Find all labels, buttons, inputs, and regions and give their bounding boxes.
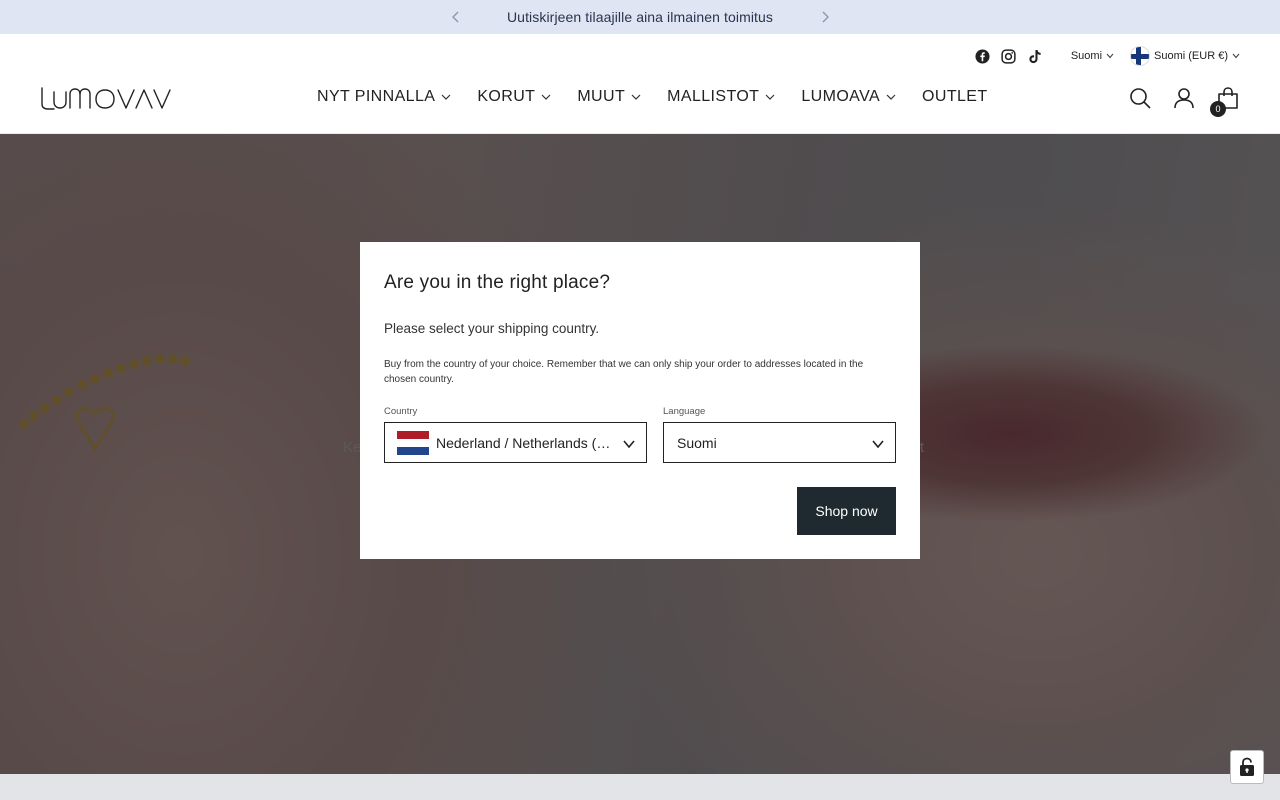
cart-icon[interactable]: 0 [1210, 86, 1240, 117]
account-icon[interactable] [1172, 86, 1196, 110]
cart-count-badge: 0 [1210, 101, 1226, 117]
chevron-down-icon [631, 94, 641, 100]
country-currency-selector[interactable]: Suomi (EUR €) [1130, 46, 1240, 66]
country-field-label: Country [384, 406, 418, 417]
nav-item-mallistot[interactable]: MALLISTOT [667, 88, 775, 106]
facebook-icon[interactable] [975, 48, 991, 64]
language-select[interactable]: Suomi [663, 422, 896, 463]
chevron-down-icon [623, 440, 635, 449]
netherlands-flag-icon [397, 430, 429, 455]
nav-item-label: LUMOAVA [801, 88, 881, 105]
accessibility-lock-button[interactable] [1230, 750, 1264, 784]
site-header: Suomi Suomi (EUR €) NYT PINNALLA KORUT M… [0, 34, 1280, 134]
main-nav: NYT PINNALLA KORUT MUUT MALLISTOT LUMOAV… [317, 88, 988, 106]
search-icon[interactable] [1128, 86, 1152, 110]
nav-item-label: NYT PINNALLA [317, 88, 436, 105]
header-icons: 0 [1128, 86, 1240, 117]
chevron-down-icon [765, 94, 775, 100]
utility-row: Suomi Suomi (EUR €) [975, 46, 1240, 66]
tiktok-icon[interactable] [1027, 48, 1043, 64]
chevron-down-icon [872, 440, 884, 449]
nav-item-korut[interactable]: KORUT [477, 88, 551, 106]
country-selector-modal: Are you in the right place? Please selec… [360, 242, 920, 559]
announcement-next-arrow-icon[interactable] [817, 9, 833, 25]
nav-item-muut[interactable]: MUUT [577, 88, 641, 106]
modal-title: Are you in the right place? [384, 272, 611, 293]
modal-subtitle: Please select your shipping country. [384, 321, 600, 336]
chevron-down-icon [1106, 53, 1114, 59]
language-selector-label: Suomi [1070, 50, 1103, 62]
finland-flag-icon [1130, 46, 1151, 66]
nav-item-lumoava[interactable]: LUMOAVA [801, 88, 896, 106]
announcement-prev-arrow-icon[interactable] [448, 9, 464, 25]
country-select[interactable]: Nederland / Netherlands (EUR €) [384, 422, 647, 463]
lock-icon [1240, 757, 1254, 776]
nav-item-outlet[interactable]: OUTLET [922, 88, 988, 106]
shop-now-button[interactable]: Shop now [797, 487, 896, 535]
nav-item-nyt-pinnalla[interactable]: NYT PINNALLA [317, 88, 451, 106]
logo[interactable] [40, 84, 174, 112]
modal-description: Buy from the country of your choice. Rem… [384, 359, 864, 385]
announcement-text[interactable]: Uutiskirjeen tilaajille aina ilmainen to… [507, 9, 773, 25]
nav-item-label: KORUT [477, 88, 536, 105]
language-field-label: Language [663, 406, 706, 417]
country-select-value: Nederland / Netherlands (EUR €) [436, 434, 616, 451]
page-footer-strip [0, 774, 1280, 800]
chevron-down-icon [541, 94, 551, 100]
chevron-down-icon [1232, 53, 1240, 59]
nav-item-label: MUUT [577, 88, 626, 105]
chevron-down-icon [441, 94, 451, 100]
instagram-icon[interactable] [1001, 48, 1017, 64]
nav-item-label: MALLISTOT [667, 88, 760, 105]
hero-text-fragment: Ke [343, 439, 362, 456]
country-currency-label: Suomi (EUR €) [1154, 50, 1228, 62]
language-select-value: Suomi [677, 434, 717, 451]
nav-item-label: OUTLET [922, 88, 988, 105]
chevron-down-icon [886, 94, 896, 100]
announcement-bar: Uutiskirjeen tilaajille aina ilmainen to… [0, 0, 1280, 34]
language-selector[interactable]: Suomi [1071, 50, 1114, 62]
